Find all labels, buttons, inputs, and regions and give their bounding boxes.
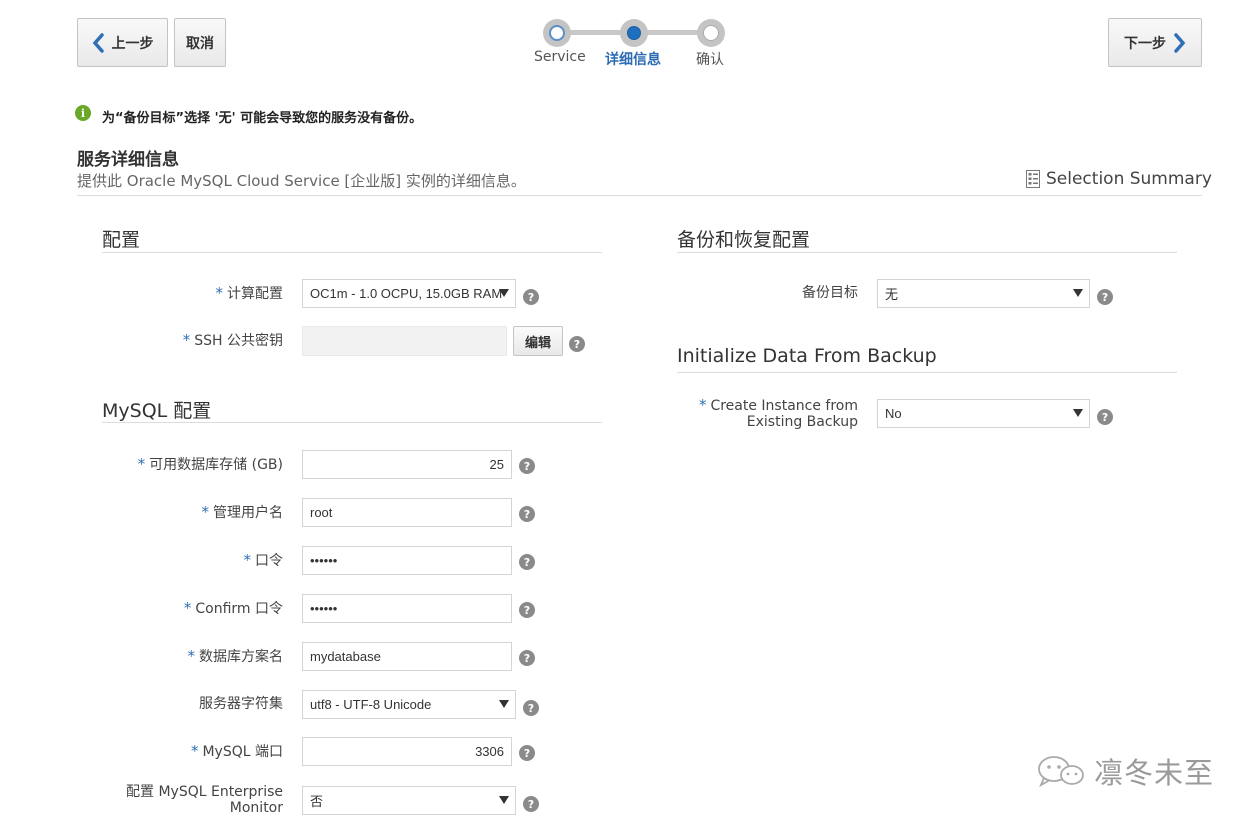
- cancel-button-label: 取消: [186, 35, 214, 52]
- required-marker: *: [187, 647, 196, 665]
- required-marker: *: [243, 551, 252, 569]
- help-icon[interactable]: ?: [1097, 409, 1113, 425]
- mysql-section-title: MySQL 配置: [102, 400, 212, 422]
- watermark-text: 凛冬未至: [1094, 756, 1215, 790]
- help-icon[interactable]: ?: [519, 506, 535, 522]
- admin-username-input[interactable]: root: [302, 498, 512, 527]
- info-message: 为“备份目标”选择 '无' 可能会导致您的服务没有备份。: [102, 111, 423, 126]
- admin-username-label: * 管理用户名: [201, 503, 284, 521]
- next-button[interactable]: 下一步: [1108, 18, 1202, 67]
- help-icon[interactable]: ?: [519, 745, 535, 761]
- enterprise-monitor-value: 否: [310, 794, 324, 809]
- help-icon[interactable]: ?: [523, 289, 539, 305]
- confirm-password-label: * Confirm 口令: [183, 599, 283, 617]
- compute-shape-select[interactable]: OC1m - 1.0 OCPU, 15.0GB RAM: [302, 279, 516, 308]
- required-marker: *: [182, 331, 191, 349]
- help-icon[interactable]: ?: [1097, 289, 1113, 305]
- required-marker: *: [137, 455, 146, 473]
- selection-summary-link[interactable]: Selection Summary: [1026, 169, 1212, 189]
- enterprise-monitor-label: 配置 MySQL Enterprise Monitor: [126, 784, 283, 816]
- create-from-backup-select[interactable]: No: [877, 399, 1090, 428]
- info-icon: i: [75, 105, 91, 121]
- compute-shape-label: * 计算配置: [215, 284, 284, 302]
- help-icon[interactable]: ?: [519, 650, 535, 666]
- train-label-details[interactable]: 详细信息: [605, 49, 661, 69]
- backup-section-rule: [677, 252, 1177, 253]
- edit-ssh-key-button[interactable]: 编辑: [513, 326, 563, 356]
- password-input[interactable]: ••••••: [302, 546, 512, 575]
- help-icon[interactable]: ?: [523, 796, 539, 812]
- chevron-right-icon: [1174, 32, 1186, 53]
- required-marker: *: [698, 396, 707, 414]
- compute-shape-value: OC1m - 1.0 OCPU, 15.0GB RAM: [310, 286, 503, 301]
- help-icon[interactable]: ?: [519, 602, 535, 618]
- cancel-button[interactable]: 取消: [174, 18, 226, 67]
- back-button[interactable]: 上一步: [77, 18, 168, 67]
- required-marker: *: [183, 599, 192, 617]
- confirm-password-input[interactable]: ••••••: [302, 594, 512, 623]
- charset-value: utf8 - UTF-8 Unicode: [310, 697, 432, 712]
- dropdown-arrow-icon: [499, 796, 509, 804]
- help-icon[interactable]: ?: [523, 700, 539, 716]
- help-icon[interactable]: ?: [569, 336, 585, 352]
- schema-name-input[interactable]: mydatabase: [302, 642, 512, 671]
- watermark: 凛冬未至: [1036, 750, 1214, 792]
- charset-label: 服务器字符集: [199, 696, 283, 712]
- ssh-key-label: * SSH 公共密钥: [182, 331, 283, 349]
- storage-label: * 可用数据库存储 (GB): [137, 455, 283, 473]
- mysql-port-input[interactable]: 3306: [302, 737, 512, 766]
- create-from-backup-label: * Create Instance from Existing Backup: [698, 396, 858, 430]
- config-section-rule: [102, 252, 602, 253]
- dropdown-arrow-icon: [499, 289, 509, 297]
- train-stop-confirm[interactable]: [697, 19, 725, 47]
- mysql-section-rule: [102, 422, 602, 423]
- dropdown-arrow-icon: [499, 700, 509, 708]
- next-button-label: 下一步: [1124, 35, 1166, 52]
- backup-destination-value: 无: [885, 287, 899, 302]
- dropdown-arrow-icon: [1073, 409, 1083, 417]
- backup-section-title: 备份和恢复配置: [677, 229, 811, 251]
- init-section-title: Initialize Data From Backup: [677, 345, 937, 367]
- init-section-rule: [677, 372, 1177, 373]
- ssh-key-field[interactable]: [302, 326, 507, 356]
- train-stop-details[interactable]: [620, 19, 648, 47]
- train-label-confirm[interactable]: 确认: [696, 49, 724, 69]
- create-from-backup-value: No: [885, 406, 902, 421]
- config-section-title: 配置: [102, 229, 141, 251]
- password-label: * 口令: [243, 551, 284, 569]
- dropdown-arrow-icon: [1073, 289, 1083, 297]
- charset-select[interactable]: utf8 - UTF-8 Unicode: [302, 690, 516, 719]
- help-icon[interactable]: ?: [519, 554, 535, 570]
- enterprise-monitor-select[interactable]: 否: [302, 786, 516, 815]
- required-marker: *: [190, 742, 199, 760]
- back-button-label: 上一步: [111, 35, 154, 52]
- backup-destination-label: 备份目标: [802, 285, 858, 301]
- page-description: 提供此 Oracle MySQL Cloud Service [企业版] 实例的…: [77, 172, 526, 190]
- help-icon[interactable]: ?: [519, 458, 535, 474]
- backup-destination-select[interactable]: 无: [877, 279, 1090, 308]
- chevron-left-icon: [92, 32, 104, 53]
- header-divider: [77, 195, 1202, 196]
- schema-name-label: * 数据库方案名: [187, 647, 284, 665]
- selection-summary-label: Selection Summary: [1046, 169, 1212, 189]
- checklist-icon: [1026, 170, 1040, 188]
- train-stop-service[interactable]: [543, 19, 571, 47]
- chat-bubbles-icon: [1038, 756, 1084, 788]
- required-marker: *: [215, 284, 224, 302]
- page-title: 服务详细信息: [77, 150, 179, 170]
- mysql-port-label: * MySQL 端口: [190, 742, 283, 760]
- train-label-service[interactable]: Service: [534, 49, 586, 65]
- required-marker: *: [201, 503, 210, 521]
- storage-input[interactable]: 25: [302, 450, 512, 479]
